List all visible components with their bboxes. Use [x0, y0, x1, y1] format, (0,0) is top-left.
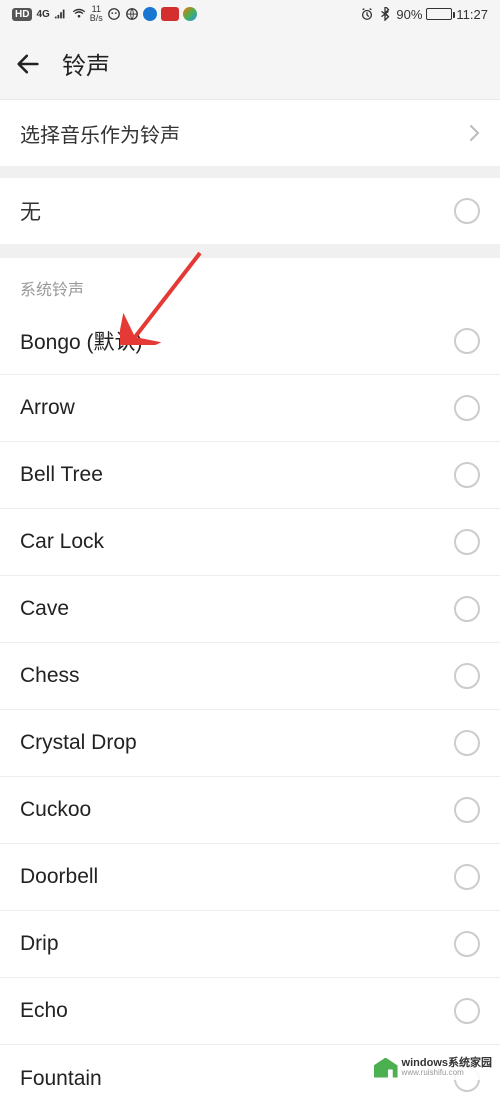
watermark-logo-icon — [374, 1058, 398, 1078]
battery-percent: 90% — [396, 7, 422, 22]
select-music-label: 选择音乐作为铃声 — [20, 119, 180, 148]
ringtone-label: Echo — [20, 999, 68, 1023]
radio-ringtone[interactable] — [454, 931, 480, 957]
app-icon-blue — [143, 7, 157, 21]
ringtone-row[interactable]: Crystal Drop — [0, 710, 500, 777]
hd-badge: HD — [12, 8, 32, 21]
ringtone-row[interactable]: Bongo (默认) — [0, 308, 500, 375]
signal-icon — [54, 7, 68, 21]
globe-icon — [125, 7, 139, 21]
ringtone-row[interactable]: Doorbell — [0, 844, 500, 911]
header: 铃声 — [0, 28, 500, 100]
ringtone-row[interactable]: Arrow — [0, 375, 500, 442]
ringtone-row[interactable]: Echo — [0, 978, 500, 1045]
status-bar: HD 4G 11B/s 90% 11:27 — [0, 0, 500, 28]
ringtone-label: Drip — [20, 932, 59, 956]
ringtone-label: Cuckoo — [20, 798, 91, 822]
radio-ringtone[interactable] — [454, 462, 480, 488]
ringtone-label: Cave — [20, 597, 69, 621]
back-icon[interactable] — [14, 50, 42, 78]
none-label: 无 — [20, 196, 41, 226]
wifi-icon — [72, 7, 86, 21]
radio-ringtone[interactable] — [454, 395, 480, 421]
ringtone-row[interactable]: Cave — [0, 576, 500, 643]
system-ringtone-section: 系统铃声 Bongo (默认) Arrow Bell Tree Car Lock Cav… — [0, 258, 500, 1112]
page-title: 铃声 — [62, 46, 110, 81]
radio-ringtone[interactable] — [454, 529, 480, 555]
ringtone-label: Crystal Drop — [20, 731, 137, 755]
ringtone-row[interactable]: Chess — [0, 643, 500, 710]
radio-ringtone[interactable] — [454, 596, 480, 622]
radio-ringtone[interactable] — [454, 864, 480, 890]
watermark: windows系统家园 www.ruishifu.com — [370, 1055, 496, 1080]
alarm-icon — [360, 7, 374, 21]
ringtone-row[interactable]: Bell Tree — [0, 442, 500, 509]
ringtone-label: Fountain — [20, 1067, 102, 1091]
network-4g-icon: 4G — [36, 9, 49, 20]
chevron-right-icon — [468, 123, 480, 143]
ringtone-label: Doorbell — [20, 865, 98, 889]
watermark-sub: www.ruishifu.com — [402, 1069, 492, 1078]
ringtone-row[interactable]: Cuckoo — [0, 777, 500, 844]
speed-indicator: 11B/s — [90, 5, 103, 23]
app-icon-red — [161, 7, 179, 21]
radio-ringtone[interactable] — [454, 797, 480, 823]
clock-time: 11:27 — [456, 7, 488, 22]
battery-icon — [426, 8, 452, 20]
radio-ringtone[interactable] — [454, 328, 480, 354]
app-icon-gradient — [183, 7, 197, 21]
radio-ringtone[interactable] — [454, 663, 480, 689]
ringtone-label: Arrow — [20, 396, 75, 420]
qq-icon — [107, 7, 121, 21]
ringtone-label: Bongo (默认) — [20, 326, 143, 356]
ringtone-row[interactable]: Car Lock — [0, 509, 500, 576]
select-music-row[interactable]: 选择音乐作为铃声 — [0, 100, 500, 166]
ringtone-label: Bell Tree — [20, 463, 103, 487]
bluetooth-icon — [378, 7, 392, 21]
none-row[interactable]: 无 — [0, 178, 500, 244]
section-header-system: 系统铃声 — [0, 276, 500, 308]
ringtone-row[interactable]: Drip — [0, 911, 500, 978]
radio-ringtone[interactable] — [454, 998, 480, 1024]
ringtone-label: Chess — [20, 664, 80, 688]
radio-none[interactable] — [454, 198, 480, 224]
ringtone-label: Car Lock — [20, 530, 104, 554]
radio-ringtone[interactable] — [454, 730, 480, 756]
